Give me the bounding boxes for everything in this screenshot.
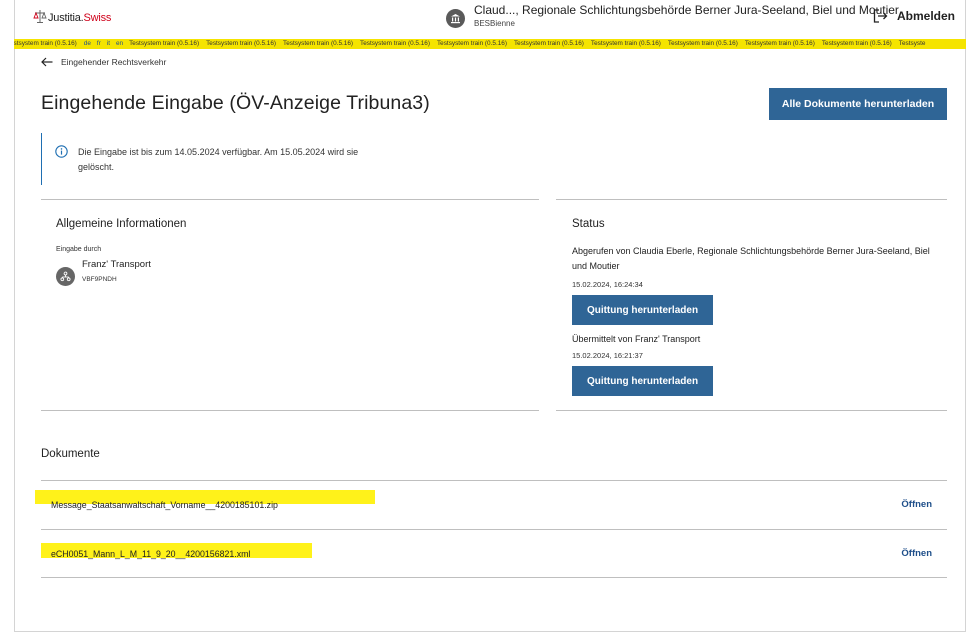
user-org: BESBienne [474,19,515,28]
language-link-it[interactable]: it [107,40,110,47]
language-link-en[interactable]: en [116,40,123,47]
general-info-title: Allgemeine Informationen [56,218,187,230]
info-notice: Die Eingabe ist bis zum 14.05.2024 verfü… [41,133,372,185]
submitter-name: Franz' Transport [82,259,151,270]
submitted-by-label: Eingabe durch [56,246,102,253]
bank-icon [451,14,460,24]
back-link[interactable]: Eingehender Rechtsverkehr [41,57,166,67]
status-title: Status [572,218,605,230]
open-document-link[interactable]: Öffnen [901,499,932,510]
banner-text: Testsystem train (0.5.16) [590,40,661,47]
download-all-button[interactable]: Alle Dokumente herunterladen [769,88,947,120]
banner-text: Testsyste [898,40,926,47]
app-header: Justitia.Swiss Claud..., Regionale Schli… [0,0,980,38]
banner-text: Testsystem train (0.5.16) [436,40,507,47]
divider-general-top [41,199,539,200]
back-link-label: Eingehender Rechtsverkehr [61,57,167,67]
open-document-link[interactable]: Öffnen [901,548,932,559]
download-receipt-button-2[interactable]: Quittung herunterladen [572,366,713,396]
retrieved-date: 15.02.2024, 16:24:34 [572,280,643,289]
sent-date: 15.02.2024, 16:21:37 [572,351,643,360]
document-row: eCH0051_Mann_L_M_11_9_20__4200156821.xml… [41,530,947,578]
user-name: Claud..., Regionale Schlichtungsbehörde … [474,3,899,17]
logout-label: Abmelden [897,9,956,23]
user-info[interactable]: Claud..., Regionale Schlichtungsbehörde … [446,3,899,28]
justitia-logo[interactable]: Justitia.Swiss [33,9,111,24]
banner-text: Testsystem train (0.5.16) [360,40,430,47]
logo-text-swiss: Swiss [83,12,112,24]
banner-text: Testsystem train (0.5.16) [283,40,354,47]
language-link-fr[interactable]: fr [97,40,101,47]
download-receipt-button-1[interactable]: Quittung herunterladen [572,295,713,325]
divider-documents-bottom [41,577,947,578]
banner-text: Testsystem train (0.5.16) [744,40,815,47]
logo-text-main: Justitia. [48,12,84,24]
arrow-left-icon [41,57,53,67]
document-row: Message_Staatsanwaltschaft_Vorname__4200… [41,481,947,529]
banner-text: Testsystem train (0.5.16) [513,40,584,47]
justitia-emblem-icon [33,10,47,23]
divider-status-bottom [556,410,947,411]
logo-text: Justitia.Swiss [48,12,111,24]
sent-text: Übermittelt von Franz' Transport [572,334,701,344]
banner-text: Testsystem train (0.5.16) [821,40,892,47]
retrieved-text: Abgerufen von Claudia Eberle, Regionale … [572,246,930,271]
logout-icon [873,9,888,23]
page-title: Eingehende Eingabe (ÖV-Anzeige Tribuna3) [41,92,430,114]
divider-general-bottom [41,410,539,411]
logout-button[interactable]: Abmelden [873,9,955,23]
test-system-banner: estsystem train (0.5.16) de fr it en Testsyst… [14,39,966,49]
document-name: eCH0051_Mann_L_M_11_9_20__4200156821.xml [51,549,251,559]
document-name: Message_Staatsanwaltschaft_Vorname__4200… [51,500,278,510]
submitter-id: VBF9PNDH [82,276,117,283]
banner-text: Testsystem train (0.5.16) [206,40,277,47]
divider-status-top [556,199,947,200]
institution-avatar [446,9,465,28]
org-avatar [56,267,75,286]
banner-text: estsystem train (0.5.16) [14,40,77,47]
language-link-de[interactable]: de [84,40,91,47]
documents-title: Dokumente [41,448,100,460]
banner-text: Testsystem train (0.5.16) [667,40,738,47]
banner-text: Testsystem train (0.5.16) [129,40,200,47]
organization-icon [60,271,71,282]
info-text: Die Eingabe ist bis zum 14.05.2024 verfü… [78,147,359,172]
info-icon [55,145,68,158]
